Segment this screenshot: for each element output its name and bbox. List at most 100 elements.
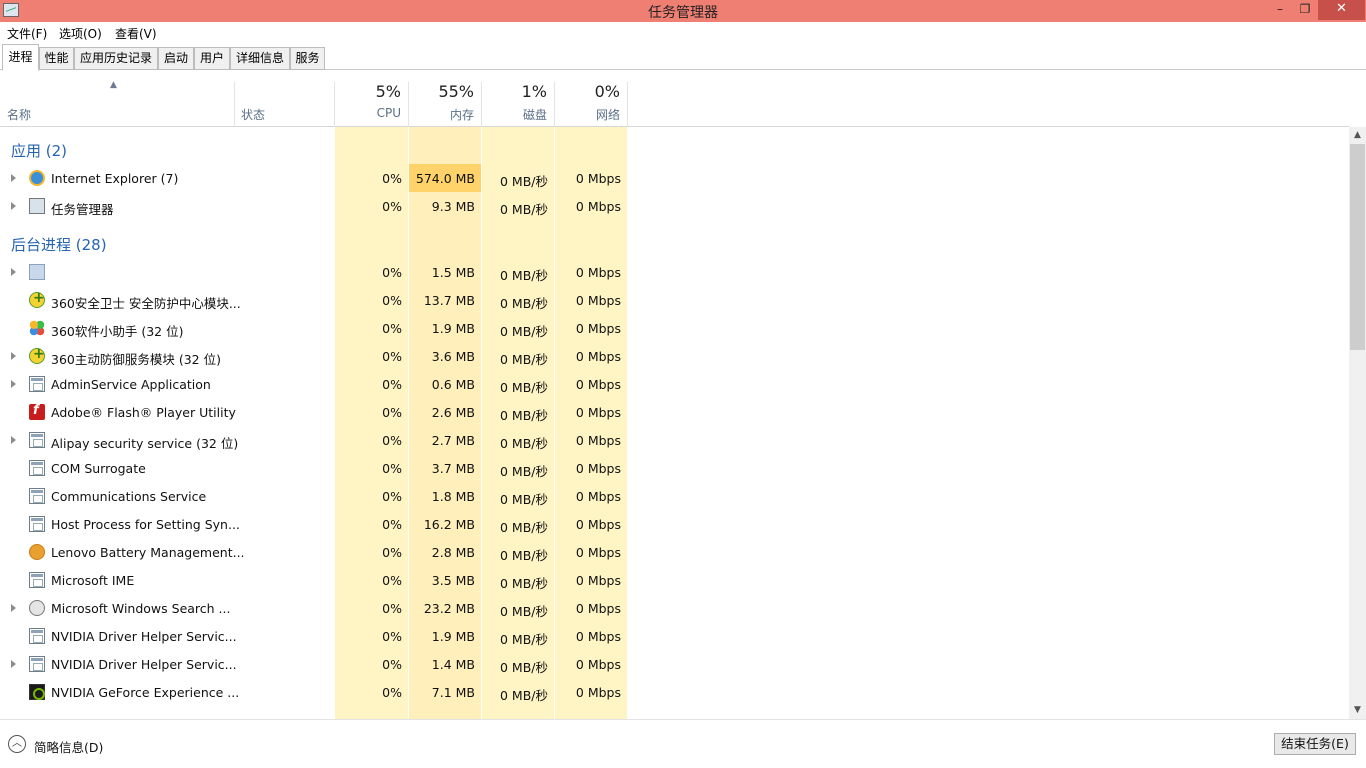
tab-users[interactable]: 用户: [194, 47, 230, 70]
scroll-down-icon[interactable]: ▼: [1349, 702, 1366, 719]
process-cpu-value: 0%: [382, 461, 402, 476]
process-cpu-value: 0%: [382, 517, 402, 532]
process-name[interactable]: NVIDIA Driver Helper Servic...: [51, 657, 237, 672]
process-mem-value: 574.0 MB: [415, 171, 475, 186]
window-icon: [29, 432, 45, 448]
process-cpu-value: 0%: [382, 489, 402, 504]
process-disk-value: 0 MB/秒: [500, 380, 548, 395]
process-name[interactable]: 360主动防御服务模块 (32 位): [51, 349, 221, 368]
menu-bar: 文件(F) 选项(O) 查看(V): [0, 22, 1366, 43]
process-name[interactable]: 360软件小助手 (32 位): [51, 321, 183, 340]
process-disk-value: 0 MB/秒: [500, 436, 548, 451]
group-background-header[interactable]: 后台进程 (28): [11, 234, 107, 255]
360-icon: [29, 346, 45, 364]
scroll-thumb[interactable]: [1350, 144, 1365, 350]
process-net-value: 0 Mbps: [575, 685, 621, 700]
process-name[interactable]: Alipay security service (32 位): [51, 433, 238, 452]
process-name[interactable]: Microsoft IME: [51, 573, 134, 588]
tab-performance[interactable]: 性能: [39, 47, 74, 70]
process-net-value: 0 Mbps: [575, 545, 621, 560]
process-name[interactable]: Microsoft Windows Search ...: [51, 601, 230, 616]
process-name[interactable]: Adobe® Flash® Player Utility: [51, 405, 236, 420]
process-disk-value: 0 MB/秒: [500, 576, 548, 591]
expand-row-icon[interactable]: [11, 604, 16, 612]
tab-services[interactable]: 服务: [290, 47, 325, 70]
disk-label: 磁盘: [522, 108, 547, 122]
end-task-button[interactable]: 结束任务(E): [1274, 733, 1356, 755]
process-cpu-value: 0%: [382, 629, 402, 644]
process-disk-value: 0 MB/秒: [500, 464, 548, 479]
tab-details[interactable]: 详细信息: [230, 47, 290, 70]
column-header-cpu[interactable]: 5% CPU: [335, 70, 408, 127]
window-icon: [29, 656, 45, 672]
menu-options[interactable]: 选项(O): [59, 25, 102, 42]
process-name[interactable]: COM Surrogate: [51, 461, 146, 476]
process-name[interactable]: Lenovo Battery Management...: [51, 545, 245, 560]
process-name[interactable]: Internet Explorer (7): [51, 171, 178, 186]
cpu-total: 5%: [375, 82, 401, 101]
process-cpu-value: 0%: [382, 601, 402, 616]
tab-startup[interactable]: 启动: [158, 47, 194, 70]
process-mem-value: 3.7 MB: [431, 461, 475, 476]
collapse-chevron-icon[interactable]: ︿: [8, 735, 26, 753]
process-name[interactable]: NVIDIA Driver Helper Servic...: [51, 629, 237, 644]
process-net-value: 0 Mbps: [575, 265, 621, 280]
tab-processes[interactable]: 进程: [2, 44, 39, 71]
process-disk-value: 0 MB/秒: [500, 520, 548, 535]
expand-row-icon[interactable]: [11, 202, 16, 210]
process-name[interactable]: Host Process for Setting Syn...: [51, 517, 240, 532]
column-header-disk[interactable]: 1% 磁盘: [482, 70, 554, 127]
process-net-value: 0 Mbps: [575, 321, 621, 336]
fewer-details-link[interactable]: 简略信息(D): [34, 737, 103, 756]
expand-row-icon[interactable]: [11, 352, 16, 360]
process-mem-value: 13.7 MB: [423, 293, 475, 308]
process-disk-value: 0 MB/秒: [500, 632, 548, 647]
group-apps-header[interactable]: 应用 (2): [11, 140, 67, 161]
process-mem-value: 1.9 MB: [431, 629, 475, 644]
process-cpu-value: 0%: [382, 433, 402, 448]
expand-row-icon[interactable]: [11, 436, 16, 444]
task-manager-icon: [29, 198, 45, 214]
process-mem-value: 1.5 MB: [431, 265, 475, 280]
process-mem-value: 2.6 MB: [431, 405, 475, 420]
process-disk-value: 0 MB/秒: [500, 548, 548, 563]
process-net-value: 0 Mbps: [575, 199, 621, 214]
column-header-name[interactable]: 名称: [7, 106, 31, 123]
process-net-value: 0 Mbps: [575, 517, 621, 532]
expand-row-icon[interactable]: [11, 660, 16, 668]
column-header-status[interactable]: 状态: [241, 106, 265, 123]
memory-label: 内存: [449, 108, 474, 122]
scroll-up-icon[interactable]: ▲: [1349, 127, 1366, 144]
minimize-button[interactable]: –: [1266, 0, 1294, 20]
process-mem-value: 3.6 MB: [431, 349, 475, 364]
process-cpu-value: 0%: [382, 349, 402, 364]
vertical-scrollbar[interactable]: ▲ ▼: [1349, 127, 1366, 719]
search-icon: [29, 600, 45, 616]
restore-button[interactable]: ❐: [1291, 0, 1319, 20]
expand-row-icon[interactable]: [11, 380, 16, 388]
column-header-network[interactable]: 0% 网络: [555, 70, 627, 127]
menu-file[interactable]: 文件(F): [7, 25, 47, 42]
window-icon: [29, 460, 45, 476]
process-name[interactable]: 任务管理器: [51, 199, 114, 218]
process-disk-value: 0 MB/秒: [500, 324, 548, 339]
tab-app-history[interactable]: 应用历史记录: [74, 47, 158, 70]
process-name[interactable]: AdminService Application: [51, 377, 211, 392]
process-cpu-value: 0%: [382, 171, 402, 186]
network-total: 0%: [594, 82, 620, 101]
flash-icon: [29, 403, 45, 420]
process-net-value: 0 Mbps: [575, 629, 621, 644]
process-disk-value: 0 MB/秒: [500, 296, 548, 311]
process-name[interactable]: 360安全卫士 安全防护中心模块...: [51, 293, 241, 312]
column-header-memory[interactable]: 55% 内存: [409, 70, 481, 127]
close-button[interactable]: ✕: [1318, 0, 1365, 20]
process-mem-value: 23.2 MB: [423, 601, 475, 616]
process-name[interactable]: NVIDIA GeForce Experience ...: [51, 685, 239, 700]
expand-row-icon[interactable]: [11, 174, 16, 182]
window-icon: [29, 488, 45, 504]
process-name[interactable]: Communications Service: [51, 489, 206, 504]
window-icon: [29, 628, 45, 644]
gear-icon: [29, 264, 45, 280]
expand-row-icon[interactable]: [11, 268, 16, 276]
menu-view[interactable]: 查看(V): [115, 25, 157, 42]
